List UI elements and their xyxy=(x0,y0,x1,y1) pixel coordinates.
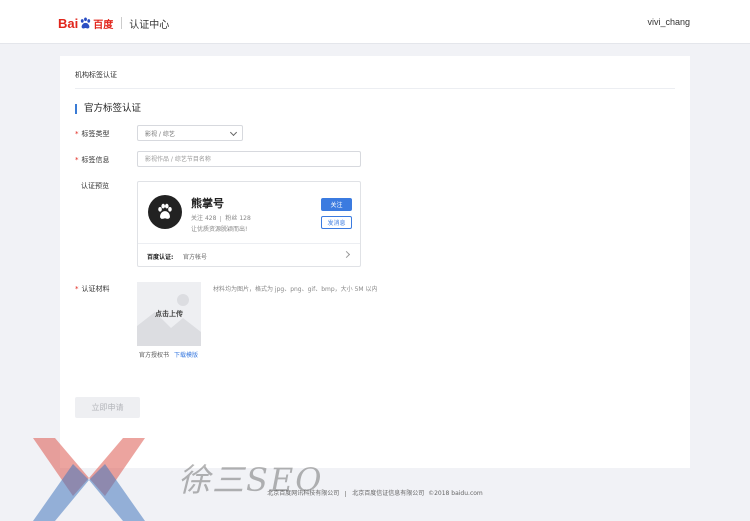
tag-info-label: * 标签信息 xyxy=(75,156,110,164)
tag-type-label: * 标签类型 xyxy=(75,130,110,138)
footer-copyright: ©2018 baidu.com xyxy=(428,490,483,497)
account-name: 熊掌号 xyxy=(191,197,224,210)
tag-info-input[interactable] xyxy=(137,151,361,167)
avatar xyxy=(148,195,182,229)
divider xyxy=(138,243,360,244)
upload-label: 点击上传 xyxy=(155,310,183,318)
required-mark: * xyxy=(75,130,79,138)
logo-text-latin: Bai xyxy=(58,15,79,31)
main-card: 机构标签认证 官方标签认证 *标签类型 影视 / 综艺 *标签信息 认证预览 熊… xyxy=(60,56,690,468)
preview-label: 认证预览 xyxy=(81,182,109,190)
download-template-link[interactable]: 下载模版 xyxy=(174,350,198,359)
upload-box[interactable]: 点击上传 xyxy=(137,282,201,346)
paw-icon xyxy=(81,16,91,28)
cert-label: 百度认证: xyxy=(147,254,174,261)
submit-button[interactable]: 立即申请 xyxy=(75,397,140,418)
section-title: 官方标签认证 xyxy=(75,104,141,114)
chevron-right-icon[interactable] xyxy=(342,250,351,259)
account-description: 让优质资源脱颖而出! xyxy=(191,226,248,233)
tag-type-value: 影视 / 综艺 xyxy=(145,131,175,138)
upload-hint: 材料均为图片，格式为 jpg、png、gif、bmp，大小 5M 以内 xyxy=(213,286,378,293)
user-menu[interactable]: vivi_chang xyxy=(647,17,690,27)
tag-type-select[interactable]: 影视 / 综艺 xyxy=(137,125,243,141)
watermark-logo-icon xyxy=(33,438,145,521)
top-bar: Bai 百度 认证中心 vivi_chang xyxy=(0,0,750,44)
logo-divider xyxy=(121,17,123,29)
account-stats: 关注 428 粉丝 128 xyxy=(191,215,251,222)
required-mark: * xyxy=(75,156,79,164)
cert-value: 官方帐号 xyxy=(183,254,208,261)
product-title: 认证中心 xyxy=(129,19,170,31)
logo-text-cn: 百度 xyxy=(93,19,114,31)
chevron-down-icon xyxy=(229,128,238,137)
footer-company-2: 北京百度信证信息有限公司 xyxy=(352,490,425,497)
message-button[interactable]: 发消息 xyxy=(321,216,352,229)
certification-preview: 熊掌号 关注 428 粉丝 128 让优质资源脱颖而出! 关注 发消息 百度认证:… xyxy=(137,181,361,267)
material-label: * 认证材料 xyxy=(75,285,110,293)
required-mark: * xyxy=(75,285,79,293)
page-title: 机构标签认证 xyxy=(75,71,117,79)
divider xyxy=(75,88,675,89)
follow-button[interactable]: 关注 xyxy=(321,198,352,211)
baidu-logo[interactable]: Bai 百度 认证中心 xyxy=(58,13,169,33)
authorization-letter-label: 官方授权书 xyxy=(139,352,170,359)
watermark-text: 徐三SEO xyxy=(178,461,324,499)
paw-icon xyxy=(158,203,172,219)
